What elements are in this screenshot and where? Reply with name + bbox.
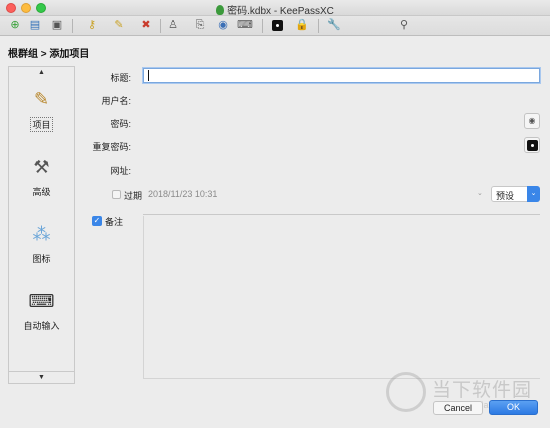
cancel-button[interactable]: Cancel bbox=[433, 401, 483, 415]
category-icon[interactable]: ⁂ 图标 bbox=[9, 222, 74, 265]
category-label: 高级 bbox=[32, 187, 51, 197]
divider bbox=[143, 214, 540, 215]
category-autotype[interactable]: ⌨ 自动输入 bbox=[9, 289, 74, 332]
category-label: 项目 bbox=[30, 117, 53, 132]
dice-icon[interactable] bbox=[524, 137, 540, 153]
username-label: 用户名: bbox=[101, 96, 131, 106]
watermark-text: 当下软件园 bbox=[432, 380, 533, 401]
open-database-icon[interactable]: ▤ bbox=[26, 17, 44, 34]
category-entry[interactable]: ✎ 项目 bbox=[9, 87, 74, 132]
password-field[interactable] bbox=[143, 114, 521, 129]
settings-icon[interactable]: 🔧 bbox=[325, 17, 343, 34]
ok-button[interactable]: OK bbox=[489, 400, 538, 415]
keepassxc-icon bbox=[216, 5, 225, 15]
category-label: 自动输入 bbox=[23, 321, 60, 331]
expire-label: 过期 bbox=[124, 191, 143, 201]
save-database-icon[interactable]: ▣ bbox=[48, 17, 66, 34]
keyboard-icon: ⌨ bbox=[28, 291, 55, 311]
username-field[interactable] bbox=[143, 91, 540, 106]
toolbar-separator bbox=[160, 19, 161, 33]
expire-datetime-field[interactable]: 2018/11/23 10:31 bbox=[148, 189, 217, 199]
expire-checkbox[interactable] bbox=[112, 190, 121, 199]
copy-username-icon[interactable]: ♙ bbox=[164, 17, 182, 34]
notes-textarea[interactable] bbox=[143, 216, 540, 379]
title-label: 标题: bbox=[110, 73, 131, 83]
delete-entry-icon[interactable]: ✖ bbox=[137, 17, 155, 34]
toolbar: ⊕ ▤ ▣ ⚷ ✎ ✖ ♙ ⎘ ◉ ⌨ 🔒 🔧 ⚲ bbox=[0, 16, 550, 36]
scroll-down-button[interactable]: ▼ bbox=[9, 371, 74, 383]
url-field[interactable] bbox=[143, 161, 540, 176]
search-icon[interactable]: ⚲ bbox=[395, 17, 413, 34]
tools-icon: ⚒ bbox=[33, 157, 50, 177]
preset-label: 预设 bbox=[496, 191, 515, 201]
title-field[interactable] bbox=[143, 68, 540, 83]
notes-label: 备注 bbox=[105, 217, 124, 227]
chevron-down-icon: ⌄ bbox=[527, 186, 540, 202]
new-database-icon[interactable]: ⊕ bbox=[6, 17, 24, 34]
title-bar: 密码.kdbx - KeePassXC bbox=[0, 0, 550, 17]
scroll-up-button[interactable]: ▲ bbox=[9, 67, 74, 79]
copy-password-icon[interactable]: ⎘ bbox=[191, 17, 209, 34]
edit-entry-icon[interactable]: ✎ bbox=[110, 17, 128, 34]
toolbar-separator bbox=[262, 19, 263, 33]
category-sidebar: ▲ ✎ 项目 ⚒ 高级 ⁂ 图标 ⌨ 自动输入 ▼ bbox=[8, 66, 75, 384]
url-label: 网址: bbox=[110, 166, 131, 176]
toolbar-separator bbox=[318, 19, 319, 33]
chevron-down-icon[interactable]: ⌄ bbox=[477, 189, 483, 197]
open-url-icon[interactable]: ◉ bbox=[214, 17, 232, 34]
lock-database-icon[interactable]: 🔒 bbox=[293, 17, 311, 34]
text-cursor bbox=[148, 70, 149, 81]
breadcrumb: 根群组 > 添加项目 bbox=[8, 49, 90, 60]
password-generator-icon[interactable] bbox=[268, 17, 286, 34]
repeat-password-label: 重复密码: bbox=[92, 142, 131, 152]
category-advanced[interactable]: ⚒ 高级 bbox=[9, 155, 74, 198]
toolbar-separator bbox=[72, 19, 73, 33]
pen-icon: ✎ bbox=[33, 89, 50, 109]
add-entry-icon[interactable]: ⚷ bbox=[83, 17, 101, 34]
category-label: 图标 bbox=[32, 254, 51, 264]
autotype-icon[interactable]: ⌨ bbox=[236, 17, 254, 34]
bubbles-icon: ⁂ bbox=[32, 224, 51, 244]
repeat-password-field[interactable] bbox=[143, 137, 521, 152]
password-label: 密码: bbox=[110, 119, 131, 129]
eye-icon[interactable]: ◉ bbox=[524, 113, 540, 129]
notes-checkbox[interactable]: ✓ bbox=[92, 216, 102, 226]
preset-dropdown[interactable]: 预设 ⌄ bbox=[491, 186, 540, 202]
